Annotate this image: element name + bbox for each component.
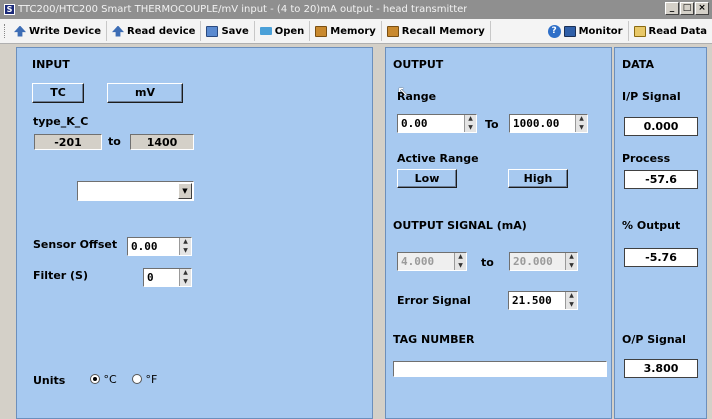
- write-device-icon: [14, 25, 26, 37]
- minimize-button[interactable]: _: [665, 2, 679, 15]
- active-range-label: Active Range: [397, 152, 479, 165]
- output-title: OUTPUT: [393, 58, 444, 71]
- output-range-high-value[interactable]: 1000.00: [510, 115, 575, 132]
- close-button[interactable]: ×: [695, 2, 709, 15]
- output-signal-low-stepper[interactable]: 4.000 ▲ ▼: [397, 252, 467, 271]
- mouse-cursor-icon: ↖: [397, 84, 409, 100]
- input-panel: INPUT TC mV type_K_C -201 to 1400 ▼ Sens…: [16, 47, 373, 419]
- stepper-arrows-icon[interactable]: ▲ ▼: [454, 253, 466, 270]
- stepper-arrows-icon[interactable]: ▲ ▼: [464, 115, 476, 132]
- chevron-down-icon[interactable]: ▼: [178, 183, 192, 199]
- ip-signal-label: I/P Signal: [622, 90, 681, 103]
- toolbar: Write Device Read device Save Open Memor…: [0, 19, 712, 44]
- filter-label: Filter (S): [33, 269, 89, 282]
- sensor-offset-label: Sensor Offset: [33, 238, 118, 251]
- stepper-arrows-icon[interactable]: ▲ ▼: [179, 269, 191, 286]
- window-controls: _ □ ×: [665, 2, 709, 15]
- filter-value[interactable]: 0: [144, 269, 179, 286]
- stepper-arrows-icon[interactable]: ▲ ▼: [565, 292, 577, 309]
- window-title: TTC200/HTC200 Smart THERMOCOUPLE/mV inpu…: [18, 4, 468, 15]
- data-title: DATA: [622, 58, 654, 71]
- percent-output-label: % Output: [622, 219, 681, 232]
- stepper-arrows-icon[interactable]: ▲ ▼: [575, 115, 587, 132]
- read-data-label: Read Data: [648, 25, 707, 37]
- error-signal-label: Error Signal: [397, 294, 471, 307]
- open-label: Open: [274, 25, 305, 37]
- sensor-offset-value[interactable]: 0.00: [128, 238, 179, 255]
- sensor-type-dropdown[interactable]: ▼: [77, 181, 194, 201]
- radio-unselected-icon[interactable]: [132, 374, 142, 384]
- help-icon[interactable]: ?: [547, 24, 561, 38]
- error-signal-stepper[interactable]: 21.500 ▲ ▼: [508, 291, 578, 310]
- output-range-to-label: To: [485, 118, 499, 131]
- high-range-button[interactable]: High: [508, 169, 568, 188]
- percent-output-value: -5.76: [624, 248, 698, 267]
- unit-celsius-option[interactable]: °C: [90, 373, 117, 386]
- output-range-low-value[interactable]: 0.00: [398, 115, 464, 132]
- write-device-label: Write Device: [29, 25, 101, 37]
- recall-memory-label: Recall Memory: [401, 25, 485, 37]
- save-icon: [206, 25, 219, 37]
- monitor-label: Monitor: [578, 25, 623, 37]
- ip-signal-value: 0.000: [624, 117, 698, 136]
- tag-number-input[interactable]: [393, 361, 607, 377]
- memory-button[interactable]: Memory: [310, 21, 382, 41]
- error-signal-value[interactable]: 21.500: [509, 292, 565, 309]
- tag-number-label: TAG NUMBER: [393, 333, 475, 346]
- data-panel: DATA I/P Signal 0.000 Process -57.6 % Ou…: [614, 47, 707, 419]
- sensor-offset-stepper[interactable]: 0.00 ▲ ▼: [127, 237, 192, 256]
- process-label: Process: [622, 152, 671, 165]
- filter-stepper[interactable]: 0 ▲ ▼: [143, 268, 192, 287]
- read-device-icon: [112, 25, 124, 37]
- thermocouple-type-label: type_K_C: [33, 115, 89, 128]
- stepper-arrows-icon[interactable]: ▲ ▼: [179, 238, 191, 255]
- memory-label: Memory: [330, 25, 376, 37]
- mv-button[interactable]: mV: [107, 83, 183, 103]
- output-signal-high-stepper[interactable]: 20.000 ▲ ▼: [509, 252, 578, 271]
- op-signal-value: 3.800: [624, 359, 698, 378]
- output-signal-high-value[interactable]: 20.000: [510, 253, 565, 270]
- unit-celsius-label: °C: [103, 373, 117, 386]
- output-range-high-stepper[interactable]: 1000.00 ▲ ▼: [509, 114, 588, 133]
- read-data-button[interactable]: Read Data: [629, 21, 712, 41]
- toolbar-right: ? Monitor Read Data: [543, 21, 712, 41]
- open-folder-icon: [259, 27, 272, 35]
- maximize-button[interactable]: □: [680, 2, 694, 15]
- stepper-arrows-icon[interactable]: ▲ ▼: [565, 253, 577, 270]
- app-icon: S: [4, 4, 15, 15]
- recall-memory-button[interactable]: Recall Memory: [382, 21, 491, 41]
- units-label: Units: [33, 374, 66, 387]
- input-range-high: 1400: [130, 134, 194, 150]
- read-data-icon: [633, 25, 646, 37]
- save-label: Save: [221, 25, 249, 37]
- unit-fahrenheit-label: °F: [145, 373, 158, 386]
- monitor-button[interactable]: ? Monitor: [543, 21, 629, 41]
- tc-button[interactable]: TC: [32, 83, 84, 103]
- output-signal-label: OUTPUT SIGNAL (mA): [393, 219, 527, 232]
- save-button[interactable]: Save: [201, 21, 255, 41]
- output-signal-low-value[interactable]: 4.000: [398, 253, 454, 270]
- open-button[interactable]: Open: [255, 21, 311, 41]
- radio-selected-icon[interactable]: [90, 374, 100, 384]
- write-device-button[interactable]: Write Device: [9, 21, 107, 41]
- output-panel: OUTPUT Range ↖ 0.00 ▲ ▼ To 1000.00 ▲ ▼ Act…: [385, 47, 612, 419]
- op-signal-label: O/P Signal: [622, 333, 686, 346]
- memory-icon: [315, 25, 328, 37]
- unit-fahrenheit-option[interactable]: °F: [132, 373, 157, 386]
- title-bar: S TTC200/HTC200 Smart THERMOCOUPLE/mV in…: [0, 0, 712, 19]
- recall-memory-icon: [386, 25, 399, 37]
- process-value: -57.6: [624, 170, 698, 189]
- input-title: INPUT: [32, 58, 70, 71]
- input-range-low: -201: [34, 134, 102, 150]
- input-range-to-label: to: [108, 135, 121, 148]
- output-signal-to-label: to: [481, 256, 494, 269]
- read-device-button[interactable]: Read device: [107, 21, 202, 41]
- read-device-label: Read device: [127, 25, 196, 37]
- output-range-low-stepper[interactable]: 0.00 ▲ ▼: [397, 114, 477, 133]
- monitor-icon: [563, 25, 576, 37]
- toolbar-grip: [4, 24, 7, 38]
- low-range-button[interactable]: Low: [397, 169, 457, 188]
